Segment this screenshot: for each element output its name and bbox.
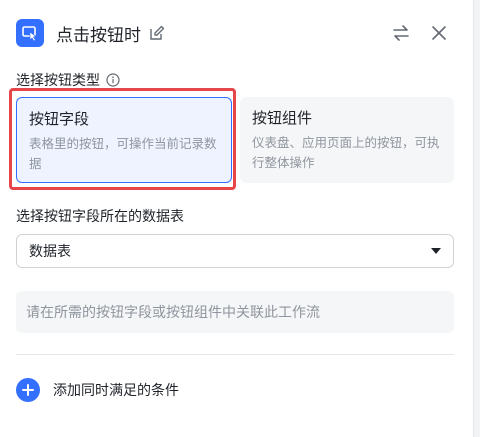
trigger-config-panel: 点击按钮时 选择按钮类型 按钮字段 表格里的按钮，可操作当前记录数据 按钮组件 …	[0, 0, 474, 437]
option-title: 按钮字段	[29, 110, 90, 128]
swap-arrows-icon[interactable]	[391, 23, 411, 43]
table-select-label-text: 选择按钮字段所在的数据表	[16, 209, 184, 225]
option-title: 按钮组件	[252, 109, 313, 127]
add-condition-label: 添加同时满足的条件	[53, 383, 179, 399]
button-type-label-text: 选择按钮类型	[16, 73, 100, 89]
option-button-component[interactable]: 按钮组件 仪表盘、应用页面上的按钮，可执行整体操作	[240, 97, 454, 183]
divider	[16, 354, 454, 355]
option-description: 表格里的按钮，可操作当前记录数据	[29, 136, 217, 171]
scrollbar-track[interactable]	[474, 0, 480, 437]
table-select[interactable]: 数据表	[16, 234, 454, 268]
association-hint: 请在所需的按钮字段或按钮组件中关联此工作流	[16, 291, 454, 333]
option-description: 仪表盘、应用页面上的按钮，可执行整体操作	[252, 135, 440, 170]
table-select-value: 数据表	[29, 244, 71, 260]
edit-icon[interactable]	[149, 25, 165, 41]
association-hint-text: 请在所需的按钮字段或按钮组件中关联此工作流	[26, 305, 320, 321]
table-select-label: 选择按钮字段所在的数据表	[16, 206, 184, 226]
page-title: 点击按钮时	[56, 25, 141, 46]
header-actions	[391, 23, 449, 43]
add-condition-button[interactable]: 添加同时满足的条件	[16, 378, 179, 402]
info-icon[interactable]	[106, 73, 120, 87]
panel-header: 点击按钮时	[16, 16, 449, 50]
chevron-down-icon	[431, 248, 441, 254]
close-icon[interactable]	[429, 23, 449, 43]
option-button-field[interactable]: 按钮字段 表格里的按钮，可操作当前记录数据	[16, 97, 232, 183]
cursor-click-icon	[16, 19, 44, 47]
plus-circle-icon	[16, 378, 40, 402]
button-type-label: 选择按钮类型	[16, 70, 120, 90]
